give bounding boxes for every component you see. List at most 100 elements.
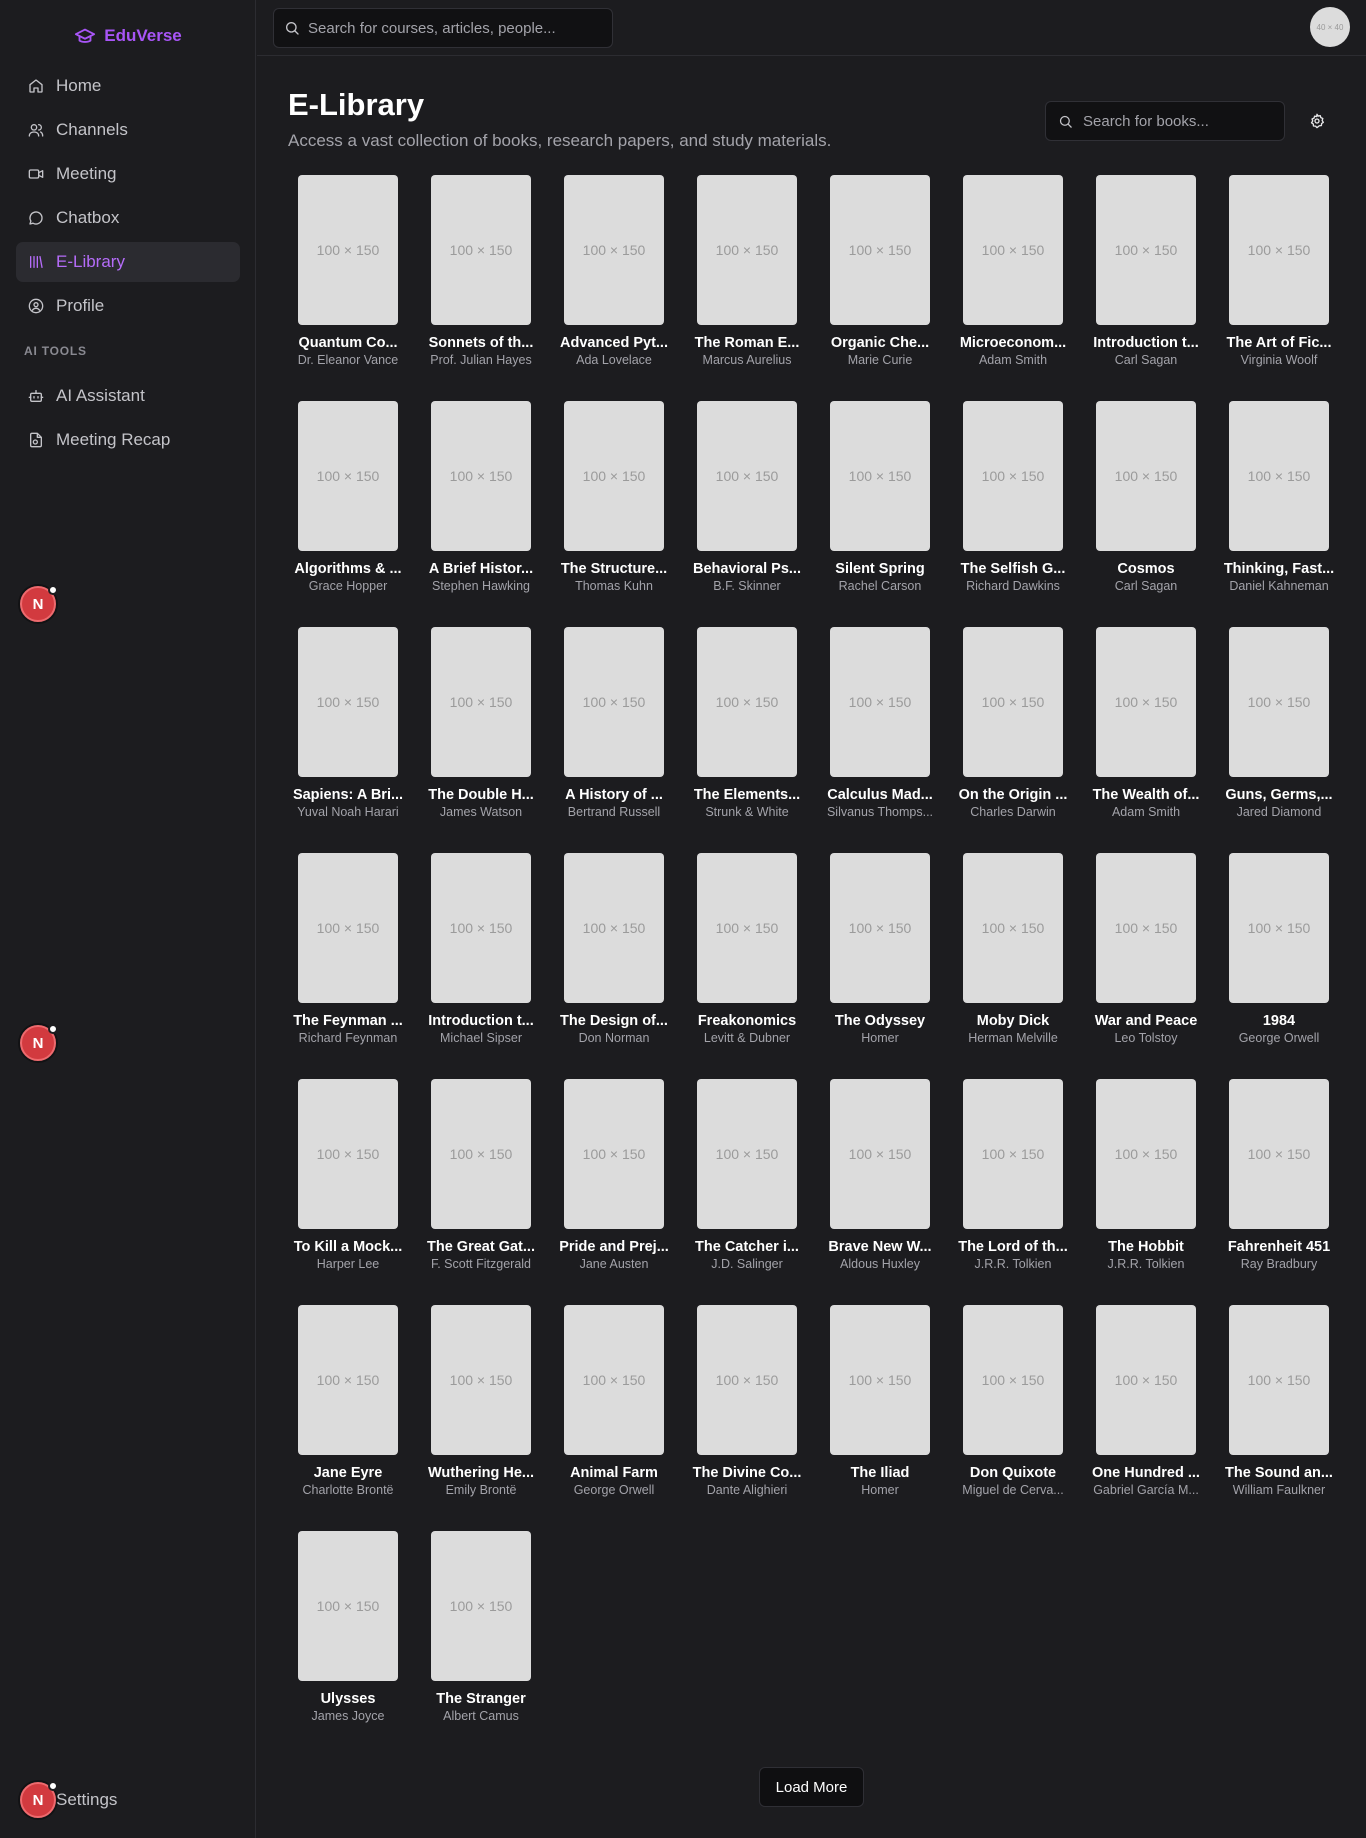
book-search-input[interactable] (1083, 112, 1273, 130)
book-title[interactable]: Quantum Co... (288, 335, 408, 351)
book-cover[interactable]: 100 × 150 (1096, 401, 1196, 551)
book-card[interactable]: 100 × 150 Introduction t... Michael Sipser (421, 853, 541, 1053)
book-title[interactable]: Advanced Pyt... (554, 335, 674, 351)
book-card[interactable]: 100 × 150 Animal Farm George Orwell (554, 1305, 674, 1505)
book-card[interactable]: 100 × 150 Organic Che... Marie Curie (820, 175, 940, 375)
book-search-box[interactable] (1045, 101, 1285, 141)
book-cover[interactable]: 100 × 150 (1229, 175, 1329, 325)
book-card[interactable]: 100 × 150 Fahrenheit 451 Ray Bradbury (1219, 1079, 1339, 1279)
book-cover[interactable]: 100 × 150 (830, 627, 930, 777)
book-card[interactable]: 100 × 150 The Double H... James Watson (421, 627, 541, 827)
book-card[interactable]: 100 × 150 Quantum Co... Dr. Eleanor Vance (288, 175, 408, 375)
book-cover[interactable]: 100 × 150 (963, 175, 1063, 325)
book-title[interactable]: Pride and Prej... (554, 1239, 674, 1255)
book-cover[interactable]: 100 × 150 (697, 175, 797, 325)
book-card[interactable]: 100 × 150 Freakonomics Levitt & Dubner (687, 853, 807, 1053)
book-title[interactable]: Introduction t... (1086, 335, 1206, 351)
book-cover[interactable]: 100 × 150 (697, 1305, 797, 1455)
book-title[interactable]: Brave New W... (820, 1239, 940, 1255)
book-cover[interactable]: 100 × 150 (1229, 401, 1329, 551)
brand-logo[interactable]: EduVerse (0, 22, 256, 50)
book-card[interactable]: 100 × 150 The Feynman ... Richard Feynman (288, 853, 408, 1053)
book-card[interactable]: 100 × 150 The Odyssey Homer (820, 853, 940, 1053)
book-card[interactable]: 100 × 150 Algorithms & ... Grace Hopper (288, 401, 408, 601)
book-card[interactable]: 100 × 150 Thinking, Fast... Daniel Kahnema… (1219, 401, 1339, 601)
book-title[interactable]: The Wealth of... (1086, 787, 1206, 803)
book-cover[interactable]: 100 × 150 (431, 853, 531, 1003)
sidebar-item-ai-assistant[interactable]: AI Assistant (16, 376, 240, 416)
book-title[interactable]: Animal Farm (554, 1465, 674, 1481)
sidebar-item-channels[interactable]: Channels (16, 110, 240, 150)
book-card[interactable]: 100 × 150 1984 George Orwell (1219, 853, 1339, 1053)
book-cover[interactable]: 100 × 150 (830, 853, 930, 1003)
book-card[interactable]: 100 × 150 Calculus Mad... Silvanus Thomps.… (820, 627, 940, 827)
book-card[interactable]: 100 × 150 The Great Gat... F. Scott Fitzge… (421, 1079, 541, 1279)
book-card[interactable]: 100 × 150 War and Peace Leo Tolstoy (1086, 853, 1206, 1053)
book-card[interactable]: 100 × 150 Silent Spring Rachel Carson (820, 401, 940, 601)
book-title[interactable]: Calculus Mad... (820, 787, 940, 803)
book-card[interactable]: 100 × 150 Ulysses James Joyce (288, 1531, 408, 1731)
book-cover[interactable]: 100 × 150 (830, 175, 930, 325)
book-cover[interactable]: 100 × 150 (298, 1531, 398, 1681)
book-cover[interactable]: 100 × 150 (963, 1305, 1063, 1455)
book-title[interactable]: Sapiens: A Bri... (288, 787, 408, 803)
book-title[interactable]: The Elements... (687, 787, 807, 803)
book-card[interactable]: 100 × 150 The Lord of th... J.R.R. Tolkien (953, 1079, 1073, 1279)
book-title[interactable]: The Great Gat... (421, 1239, 541, 1255)
book-cover[interactable]: 100 × 150 (298, 853, 398, 1003)
book-card[interactable]: 100 × 150 The Sound an... William Faulkner (1219, 1305, 1339, 1505)
notification-badge[interactable]: N (20, 1781, 58, 1818)
book-cover[interactable]: 100 × 150 (431, 401, 531, 551)
book-title[interactable]: Microeconom... (953, 335, 1073, 351)
load-more-button[interactable]: Load More (759, 1767, 864, 1807)
book-card[interactable]: 100 × 150 Cosmos Carl Sagan (1086, 401, 1206, 601)
book-cover[interactable]: 100 × 150 (564, 627, 664, 777)
book-cover[interactable]: 100 × 150 (1229, 1305, 1329, 1455)
book-cover[interactable]: 100 × 150 (431, 627, 531, 777)
book-title[interactable]: The Stranger (421, 1691, 541, 1707)
book-card[interactable]: 100 × 150 The Stranger Albert Camus (421, 1531, 541, 1731)
book-title[interactable]: Jane Eyre (288, 1465, 408, 1481)
book-cover[interactable]: 100 × 150 (1096, 1079, 1196, 1229)
notification-badge[interactable]: N (20, 1024, 58, 1061)
book-title[interactable]: The Sound an... (1219, 1465, 1339, 1481)
book-title[interactable]: Moby Dick (953, 1013, 1073, 1029)
sidebar-item-meeting[interactable]: Meeting (16, 154, 240, 194)
book-title[interactable]: Guns, Germs,... (1219, 787, 1339, 803)
book-cover[interactable]: 100 × 150 (298, 175, 398, 325)
book-cover[interactable]: 100 × 150 (431, 1079, 531, 1229)
book-title[interactable]: The Double H... (421, 787, 541, 803)
book-title[interactable]: One Hundred ... (1086, 1465, 1206, 1481)
sidebar-item-home[interactable]: Home (16, 66, 240, 106)
book-title[interactable]: The Design of... (554, 1013, 674, 1029)
book-card[interactable]: 100 × 150 Advanced Pyt... Ada Lovelace (554, 175, 674, 375)
sidebar-item-meeting-recap[interactable]: Meeting Recap (16, 420, 240, 460)
book-cover[interactable]: 100 × 150 (1096, 853, 1196, 1003)
book-card[interactable]: 100 × 150 The Selfish G... Richard Dawkins (953, 401, 1073, 601)
notification-badge[interactable]: N (20, 585, 58, 622)
book-card[interactable]: 100 × 150 Wuthering He... Emily Brontë (421, 1305, 541, 1505)
book-cover[interactable]: 100 × 150 (431, 1531, 531, 1681)
book-card[interactable]: 100 × 150 The Catcher i... J.D. Salinger (687, 1079, 807, 1279)
book-cover[interactable]: 100 × 150 (1229, 1079, 1329, 1229)
book-cover[interactable]: 100 × 150 (963, 401, 1063, 551)
book-cover[interactable]: 100 × 150 (298, 401, 398, 551)
book-title[interactable]: A History of ... (554, 787, 674, 803)
book-cover[interactable]: 100 × 150 (830, 401, 930, 551)
book-card[interactable]: 100 × 150 On the Origin ... Charles Darwin (953, 627, 1073, 827)
book-title[interactable]: The Odyssey (820, 1013, 940, 1029)
book-title[interactable]: Freakonomics (687, 1013, 807, 1029)
book-cover[interactable]: 100 × 150 (564, 401, 664, 551)
book-card[interactable]: 100 × 150 Guns, Germs,... Jared Diamond (1219, 627, 1339, 827)
book-title[interactable]: Fahrenheit 451 (1219, 1239, 1339, 1255)
book-title[interactable]: 1984 (1219, 1013, 1339, 1029)
book-title[interactable]: The Structure... (554, 561, 674, 577)
book-cover[interactable]: 100 × 150 (963, 853, 1063, 1003)
book-cover[interactable]: 100 × 150 (1096, 1305, 1196, 1455)
book-title[interactable]: The Art of Fic... (1219, 335, 1339, 351)
book-title[interactable]: The Feynman ... (288, 1013, 408, 1029)
book-cover[interactable]: 100 × 150 (1096, 175, 1196, 325)
book-cover[interactable]: 100 × 150 (564, 175, 664, 325)
book-title[interactable]: The Catcher i... (687, 1239, 807, 1255)
book-card[interactable]: 100 × 150 Microeconom... Adam Smith (953, 175, 1073, 375)
